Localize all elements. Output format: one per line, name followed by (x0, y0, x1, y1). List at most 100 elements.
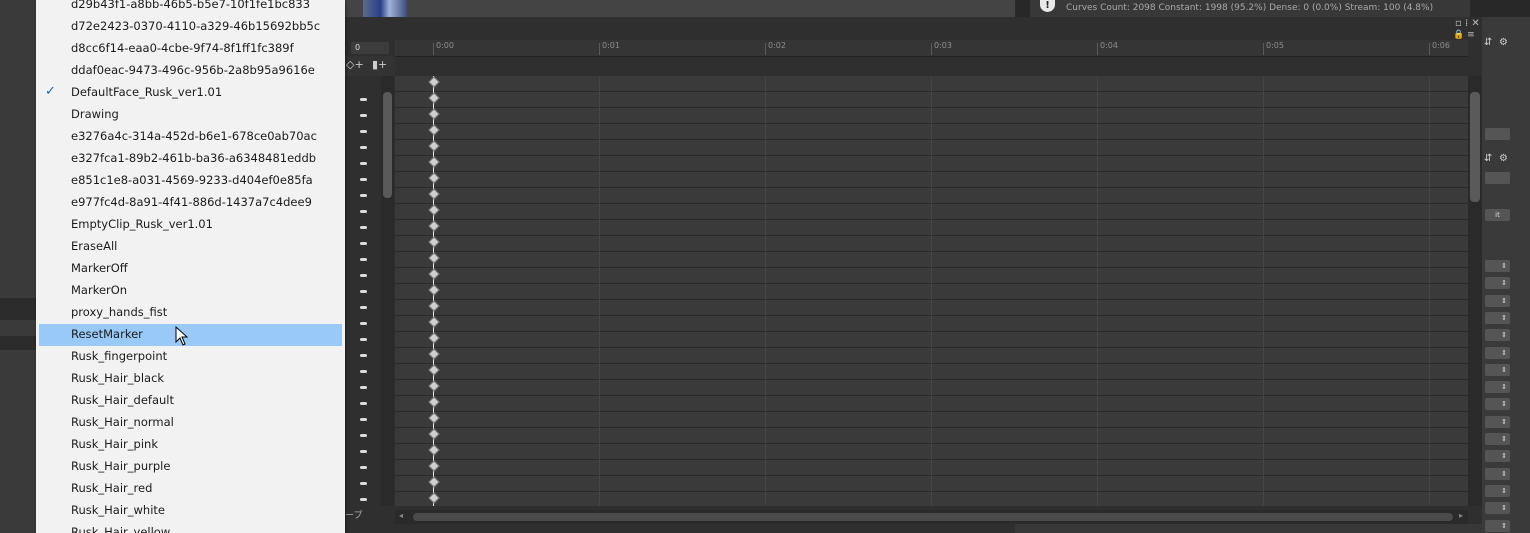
dropdown-arrow-icon[interactable]: ⇕ (1485, 433, 1510, 445)
row-menu-icon[interactable] (360, 210, 367, 213)
dropdown-item[interactable]: e851c1e8-a031-4569-9233-d404ef0e85fa (39, 170, 342, 192)
dropdown-arrow-icon[interactable]: ⇕ (1485, 277, 1510, 290)
dropdown-arrow-icon[interactable]: ⇕ (1485, 502, 1510, 515)
inspector-button[interactable]: it (1485, 209, 1510, 221)
row-menu-icon[interactable] (360, 178, 367, 181)
timeline-ruler[interactable]: 0:00 0:01 0:02 0:03 0:04 0:05 0:06 (395, 40, 1468, 57)
dropdown-item[interactable]: Rusk_Hair_purple (39, 456, 342, 478)
dropdown-item[interactable]: Rusk_Hair_red (39, 478, 342, 500)
dropdown-item[interactable]: Rusk_Hair_black (39, 368, 342, 390)
inspector-button[interactable] (1485, 172, 1510, 184)
dopesheet[interactable] (395, 76, 1468, 506)
grid-line (599, 76, 600, 506)
row-menu-icon[interactable] (360, 386, 367, 389)
dropdown-item[interactable]: ✓ DefaultFace_Rusk_ver1.01 (39, 82, 342, 104)
dropdown-arrow-icon[interactable]: ⇕ (1485, 484, 1510, 497)
time-label: 0:03 (934, 41, 952, 50)
add-keyframe-button[interactable]: ◇+ (346, 58, 364, 71)
dropdown-item[interactable]: Rusk_Hair_default (39, 390, 342, 412)
dropdown-item[interactable]: Drawing (39, 104, 342, 126)
dropdown-item[interactable]: MarkerOff (39, 258, 342, 280)
row-menu-icon[interactable] (360, 162, 367, 165)
row-menu-icon[interactable] (360, 146, 367, 149)
inspector-button[interactable] (1485, 128, 1510, 140)
row-menu-icon[interactable] (360, 194, 367, 197)
add-remove-icon[interactable]: ⇵ (1484, 153, 1492, 164)
row-menu-icon[interactable] (360, 354, 367, 357)
row-menu-icon[interactable] (360, 498, 367, 501)
dropdown-item[interactable]: proxy_hands_fist (39, 302, 342, 324)
row-menu-icon[interactable] (360, 338, 367, 341)
dropdown-arrow-icon[interactable]: ⇕ (1485, 294, 1510, 307)
dropdown-item[interactable]: e327fca1-89b2-461b-ba36-a6348481eddb (39, 148, 342, 170)
scrollbar-thumb[interactable] (1470, 92, 1480, 202)
row-menu-icon[interactable] (360, 226, 367, 229)
row-menu-icon[interactable] (360, 98, 367, 101)
row-menu-icon[interactable] (360, 290, 367, 293)
dropdown-arrow-icon[interactable]: ⇕ (1485, 519, 1510, 532)
dropdown-arrow-icon[interactable]: ⇕ (1485, 398, 1510, 411)
dropdown-arrow-icon[interactable]: ⇕ (1485, 381, 1510, 394)
dropdown-item[interactable]: d29b43f1-a8bb-46b5-b5e7-10f1fe1bc833 (39, 0, 342, 16)
scrollbar-thumb[interactable] (383, 92, 392, 198)
dropdown-item[interactable]: ResetMarker (39, 324, 342, 346)
row-menu-icon[interactable] (360, 322, 367, 325)
dropdown-arrow-icon[interactable]: ⇕ (1485, 450, 1510, 463)
add-event-button[interactable]: ▮+ (372, 58, 387, 71)
ruler-tick (1263, 43, 1264, 55)
dropdown-arrow-icon[interactable]: ⇕ (1485, 329, 1510, 342)
row-menu-icon[interactable] (360, 274, 367, 277)
dropdown-arrow-icon[interactable]: ⇕ (1485, 415, 1510, 428)
dropdown-item[interactable]: e3276a4c-314a-452d-b6e1-678ce0ab70ac (39, 126, 342, 148)
time-label: 0:02 (768, 41, 786, 50)
row-menu-icon[interactable] (360, 258, 367, 261)
dropdown-item[interactable]: d8cc6f14-eaa0-4cbe-9f74-8f1ff1fc389f (39, 38, 342, 60)
row-menu-icon[interactable] (360, 402, 367, 405)
dropdown-item-label: Rusk_fingerpoint (71, 349, 168, 363)
dropdown-item[interactable]: e977fc4d-8a91-4f41-886d-1437a7c4dee9 (39, 192, 342, 214)
dropdown-item[interactable]: Rusk_Hair_white (39, 500, 342, 522)
row-menu-icon[interactable] (360, 466, 367, 469)
dropdown-item[interactable]: d72e2423-0370-4110-a329-46b15692bb5c (39, 16, 342, 38)
scrollbar-thumb[interactable] (413, 513, 1453, 521)
dropdown-item[interactable]: ddaf0eac-9473-496c-956b-2a8b95a9616e (39, 60, 342, 82)
vertical-scrollbar[interactable] (1468, 76, 1482, 506)
horizontal-scrollbar[interactable] (395, 510, 1468, 524)
window-controls[interactable]: ▫ ⁞ ✕ (1455, 18, 1480, 29)
row-menu-icon[interactable] (360, 482, 367, 485)
dropdown-item[interactable]: Rusk_Hair_yellow (39, 522, 342, 533)
row-menu-icon[interactable] (360, 434, 367, 437)
hierarchy-scrollbar[interactable] (381, 76, 394, 506)
row-menu-icon[interactable] (360, 418, 367, 421)
dropdown-arrow-icon[interactable]: ⇕ (1485, 311, 1510, 324)
scroll-right-icon[interactable]: ▸ (1459, 511, 1463, 520)
row-menu-icon[interactable] (360, 242, 367, 245)
dropdown-item[interactable]: Rusk_Hair_pink (39, 434, 342, 456)
dropdown-item-label: ResetMarker (71, 327, 143, 341)
row-menu-icon[interactable] (360, 450, 367, 453)
dropdown-arrow-icon[interactable]: ⇕ (1485, 346, 1510, 359)
gear-icon[interactable]: ⚙ (1499, 37, 1508, 48)
clip-dropdown-list[interactable]: d29b43f1-a8bb-46b5-b5e7-10f1fe1bc833 d72e… (36, 0, 345, 533)
dropdown-item-label: d8cc6f14-eaa0-4cbe-9f74-8f1ff1fc389f (71, 41, 294, 55)
dropdown-item-label: Rusk_Hair_white (71, 503, 166, 517)
character-preview (363, 0, 407, 17)
row-menu-icon[interactable] (360, 114, 367, 117)
dropdown-item[interactable]: EraseAll (39, 236, 342, 258)
row-menu-icon[interactable] (360, 130, 367, 133)
frame-field[interactable]: 0 (351, 42, 389, 54)
row-menu-icon[interactable] (360, 370, 367, 373)
scroll-left-icon[interactable]: ◂ (399, 511, 403, 520)
time-label: 0:01 (602, 41, 620, 50)
dropdown-item[interactable]: EmptyClip_Rusk_ver1.01 (39, 214, 342, 236)
add-remove-icon[interactable]: ⇵ (1484, 37, 1492, 48)
gear-icon[interactable]: ⚙ (1499, 153, 1508, 164)
dropdown-item[interactable]: Rusk_fingerpoint (39, 346, 342, 368)
dropdown-arrow-icon[interactable]: ⇕ (1485, 363, 1510, 376)
dropdown-arrow-icon[interactable]: ⇕ (1485, 467, 1510, 480)
row-menu-icon[interactable] (360, 306, 367, 309)
dropdown-arrow-icon[interactable]: ⇕ (1485, 260, 1510, 272)
dropdown-item[interactable]: MarkerOn (39, 280, 342, 302)
dropdown-item[interactable]: Rusk_Hair_normal (39, 412, 342, 434)
lock-icon[interactable]: 🔒 ≡ (1453, 30, 1475, 40)
